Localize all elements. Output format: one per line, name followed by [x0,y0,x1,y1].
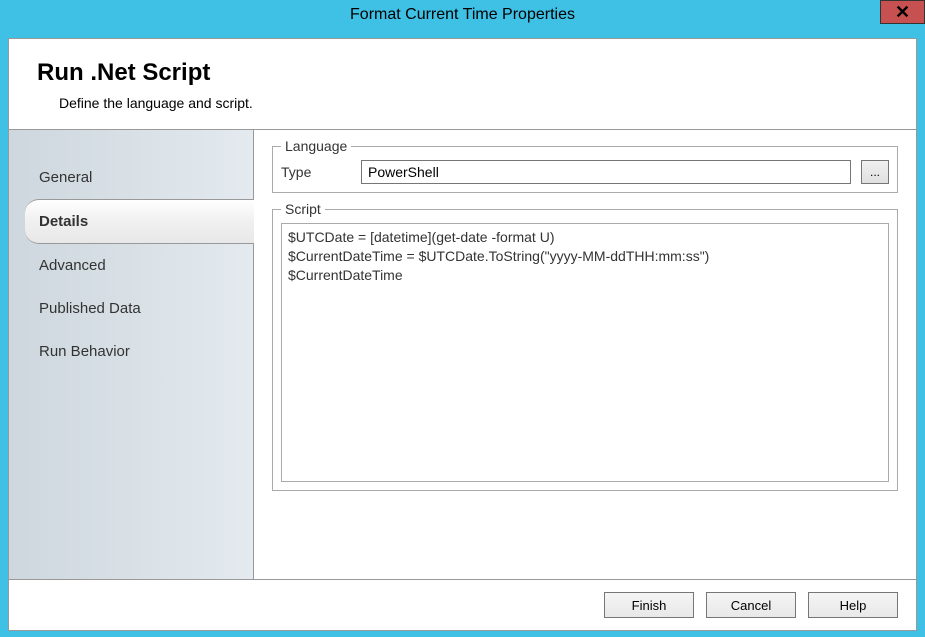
sidebar-item-run-behavior[interactable]: Run Behavior [9,330,253,373]
type-label: Type [281,164,351,180]
page-subtitle: Define the language and script. [59,95,888,111]
language-row: Type ... [281,160,889,184]
ellipsis-icon: ... [870,165,880,179]
window-body: Run .Net Script Define the language and … [8,38,917,631]
sidebar-item-label: General [39,169,92,186]
language-fieldset: Language Type ... [272,138,898,193]
script-fieldset: Script [272,201,898,491]
sidebar-item-details[interactable]: Details [25,199,254,244]
sidebar-item-general[interactable]: General [9,156,253,199]
close-button[interactable]: ✕ [880,0,925,24]
sidebar-item-label: Run Behavior [39,343,130,360]
help-button[interactable]: Help [808,592,898,618]
window-title: Format Current Time Properties [350,6,575,24]
language-legend: Language [281,138,351,154]
type-input[interactable] [361,160,851,184]
header-section: Run .Net Script Define the language and … [9,39,916,130]
sidebar: General Details Advanced Published Data … [9,130,254,579]
titlebar: Format Current Time Properties ✕ [0,0,925,30]
dialog-window: Format Current Time Properties ✕ Run .Ne… [0,0,925,637]
sidebar-item-label: Published Data [39,300,141,317]
cancel-button[interactable]: Cancel [706,592,796,618]
content-section: General Details Advanced Published Data … [9,130,916,579]
sidebar-item-advanced[interactable]: Advanced [9,244,253,287]
page-title: Run .Net Script [37,59,888,87]
button-bar: Finish Cancel Help [9,579,916,630]
browse-button[interactable]: ... [861,160,889,184]
script-textarea[interactable] [281,223,889,482]
close-icon: ✕ [895,2,910,23]
script-legend: Script [281,201,325,217]
sidebar-item-label: Details [39,213,88,230]
sidebar-item-label: Advanced [39,257,106,274]
main-panel: Language Type ... Script [254,130,916,579]
finish-button[interactable]: Finish [604,592,694,618]
sidebar-item-published-data[interactable]: Published Data [9,287,253,330]
